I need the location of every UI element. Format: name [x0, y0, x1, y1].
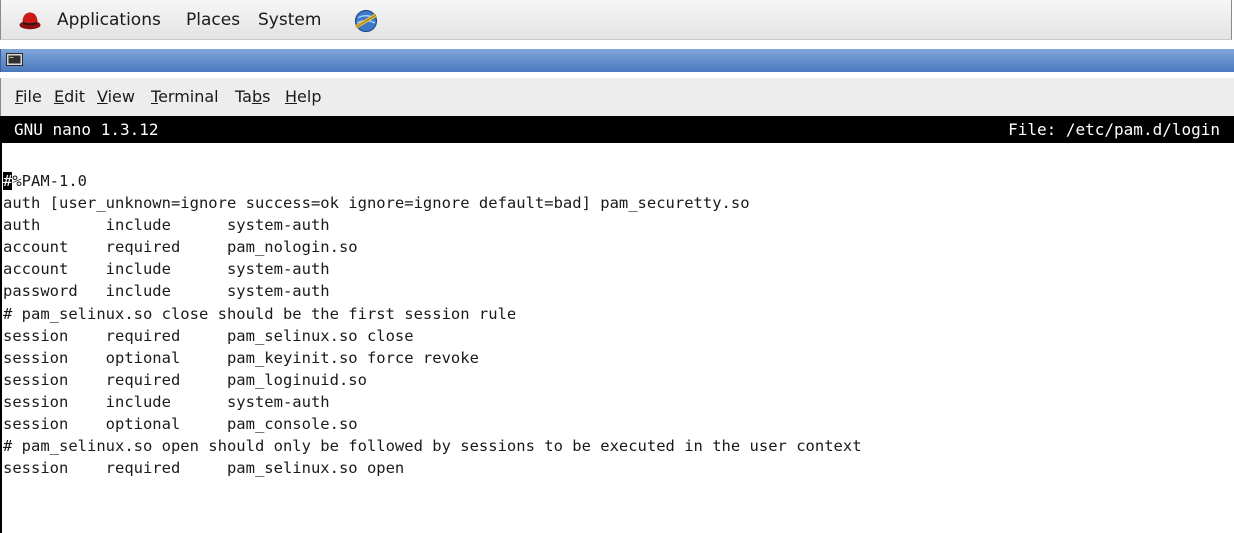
menu-tabs-label-start: Ta — [235, 87, 252, 106]
editor-line: session required pam_loginuid.so — [3, 370, 367, 389]
menu-help[interactable]: Help — [285, 78, 321, 116]
nano-header: GNU nano 1.3.12 File: /etc/pam.d/login — [0, 116, 1234, 143]
menu-tabs-label-end: s — [262, 87, 271, 106]
editor-line: account include system-auth — [3, 260, 330, 279]
editor-line: auth include system-auth — [3, 216, 330, 235]
window-titlebar[interactable] — [0, 49, 1234, 72]
file-contents: #%PAM-1.0 auth [user_unknown=ignore succ… — [3, 170, 862, 479]
menu-edit[interactable]: Edit — [54, 78, 85, 116]
terminal-menubar: File Edit View Terminal Tabs Help — [0, 78, 1234, 116]
editor-area[interactable]: #%PAM-1.0 auth [user_unknown=ignore succ… — [0, 143, 1234, 533]
menu-tabs-mnemonic: b — [251, 87, 263, 106]
editor-line: account required pam_nologin.so — [3, 238, 358, 257]
editor-line: session include system-auth — [3, 392, 330, 411]
editor-line: session required pam_selinux.so open — [3, 459, 405, 478]
applications-menu[interactable]: Applications — [57, 0, 161, 40]
menu-file[interactable]: File — [15, 78, 42, 116]
menu-file-mnemonic: F — [15, 87, 24, 106]
menu-help-label: elp — [297, 87, 322, 106]
places-menu[interactable]: Places — [186, 0, 240, 40]
nano-version: GNU nano 1.3.12 — [14, 120, 159, 139]
menu-edit-mnemonic: E — [54, 87, 65, 106]
menu-view-label: iew — [107, 87, 135, 106]
editor-line: auth [user_unknown=ignore success=ok ign… — [3, 194, 750, 213]
editor-line: #%PAM-1.0 — [3, 170, 862, 192]
terminal-window-icon — [6, 53, 23, 66]
network-icon[interactable] — [354, 9, 378, 33]
system-menu[interactable]: System — [258, 0, 321, 40]
editor-line: session required pam_selinux.so close — [3, 326, 414, 345]
editor-line: session optional pam_keyinit.so force re… — [3, 348, 479, 367]
editor-line: # pam_selinux.so open should only be fol… — [3, 437, 862, 456]
top-panel: Applications Places System — [0, 0, 1232, 40]
menu-view[interactable]: View — [97, 78, 135, 116]
editor-line: # pam_selinux.so close should be the fir… — [3, 304, 517, 323]
redhat-icon — [19, 12, 41, 30]
menu-tabs[interactable]: Tabs — [235, 78, 270, 116]
menu-file-label: ile — [23, 87, 42, 106]
menu-terminal-label: erminal — [158, 87, 219, 106]
menu-terminal-mnemonic: T — [151, 87, 159, 106]
editor-line-text: %PAM-1.0 — [12, 172, 87, 190]
menu-help-mnemonic: H — [285, 87, 298, 106]
menu-terminal[interactable]: Terminal — [151, 78, 219, 116]
editor-line: password include system-auth — [3, 282, 330, 301]
menu-view-mnemonic: V — [97, 87, 108, 106]
text-cursor: # — [3, 172, 13, 190]
menu-edit-label: dit — [64, 87, 85, 106]
nano-filename: File: /etc/pam.d/login — [1008, 120, 1220, 139]
editor-line: session optional pam_console.so — [3, 415, 358, 434]
